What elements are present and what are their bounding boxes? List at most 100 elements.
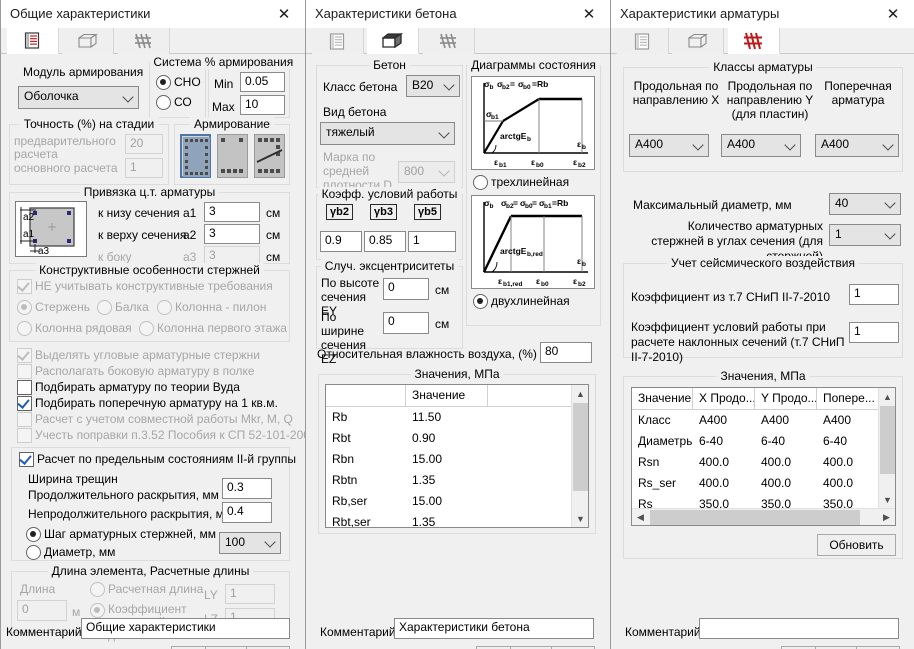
- binding-row2-input[interactable]: 3: [204, 224, 260, 244]
- scroll-down-icon[interactable]: ▼: [572, 510, 588, 527]
- table-vertical-scrollbar[interactable]: ▲ ▼: [878, 388, 895, 508]
- tab-concrete-p3[interactable]: [672, 28, 725, 54]
- seismic-row2-input[interactable]: 1: [849, 322, 899, 343]
- scroll-up-icon[interactable]: ▲: [572, 385, 588, 402]
- radio-balka[interactable]: Балка: [97, 300, 149, 315]
- tab-reinforcement-p3[interactable]: [727, 28, 780, 54]
- checkbox-highlight-corner-bars[interactable]: Выделять угловые арматурные стержни: [17, 348, 260, 363]
- scrollbar-thumb-h[interactable]: [650, 510, 860, 525]
- checkbox-side-reinforcement-flange[interactable]: Располагать боковую арматуру в полке: [17, 364, 255, 379]
- step-select[interactable]: 100: [219, 532, 281, 554]
- concrete-class-select[interactable]: B20: [406, 75, 460, 97]
- refresh-button[interactable]: Обновить: [817, 534, 896, 556]
- coeff-input-gb3[interactable]: 0.85: [364, 231, 406, 252]
- scroll-right-icon[interactable]: ▶: [878, 509, 895, 525]
- class-select-x[interactable]: A400: [629, 134, 709, 157]
- checkbox-transverse-per-sqm[interactable]: Подбирать поперечную арматуру на 1 кв.м.: [17, 396, 278, 411]
- scroll-left-icon[interactable]: ◀: [632, 509, 649, 525]
- concrete-density-select[interactable]: 800: [398, 161, 455, 183]
- eccentricity-ey-input[interactable]: 0: [383, 278, 429, 300]
- radio-kolonna-ryadovaya[interactable]: Колонна рядовая: [17, 321, 132, 336]
- humidity-input[interactable]: 80: [540, 342, 592, 363]
- scrollbar-thumb[interactable]: [573, 403, 588, 491]
- radio-so[interactable]: СО: [156, 95, 192, 110]
- table-row[interactable]: Rb,ser 15.00: [326, 491, 588, 512]
- module-select[interactable]: Оболочка: [18, 86, 139, 109]
- tab-concrete-p2[interactable]: [367, 28, 420, 54]
- concrete-values-label: Значения, МПа: [410, 367, 504, 381]
- table-row[interactable]: Rsn 400.0 400.0 400.0: [632, 452, 895, 473]
- checkbox-wood-theory[interactable]: Подбирать арматуру по теории Вуда: [17, 380, 240, 395]
- eccentricity-ez-input[interactable]: 0: [383, 312, 429, 334]
- tab-concrete-p1[interactable]: [62, 28, 115, 54]
- min-input[interactable]: 0.05: [240, 72, 285, 92]
- ly-input[interactable]: 1: [225, 584, 275, 604]
- checkbox-joint-work-mkr[interactable]: Расчет с учетом совместной работы Mkr, M…: [17, 412, 293, 427]
- table-row[interactable]: Rbt 0.90: [326, 428, 588, 449]
- coeff-input-gb2[interactable]: 0.9: [320, 231, 362, 252]
- crack-short-input[interactable]: 0.4: [222, 502, 272, 523]
- cell-name: Класс: [638, 413, 671, 427]
- table-row[interactable]: Rbtn 1.35: [326, 470, 588, 491]
- length-input[interactable]: 0: [17, 600, 67, 621]
- table-row[interactable]: Класс A400 A400 A400: [632, 410, 895, 431]
- svg-text:ε: ε: [494, 157, 498, 167]
- tab-reinforcement-p2[interactable]: [422, 28, 475, 54]
- radio-sno[interactable]: СНО: [156, 75, 201, 90]
- radio-trilinear[interactable]: трехлинейная: [473, 175, 569, 190]
- table-row[interactable]: Диаметры 6-40 6-40 6-40: [632, 431, 895, 452]
- binding-row1-input[interactable]: 3: [204, 202, 260, 222]
- tab-general-p3[interactable]: [617, 28, 669, 54]
- comment-input-p1[interactable]: Общие характеристики: [81, 618, 290, 639]
- scrollbar-thumb[interactable]: [880, 406, 895, 474]
- concrete-values-table[interactable]: Значение Rb 11.50 Rbt 0.90 Rbn 15.00 Rbtn 1.…: [325, 384, 589, 528]
- tab-general-p1[interactable]: [7, 28, 59, 54]
- corner-bars-select[interactable]: 1: [829, 224, 901, 246]
- pattern-top-bottom-icon: [218, 135, 247, 177]
- table-vertical-scrollbar[interactable]: ▲ ▼: [571, 385, 588, 527]
- coeff-input-gb5[interactable]: 1: [408, 231, 456, 252]
- table-row[interactable]: Rbn 15.00: [326, 449, 588, 470]
- class-select-y[interactable]: A400: [721, 134, 801, 157]
- concrete-kind-select[interactable]: тяжелый: [320, 122, 455, 145]
- svg-text:ε: ε: [531, 157, 535, 167]
- checkbox-corrections-352[interactable]: Учесть поправки п.3.52 Пособия к СП 52-1…: [17, 428, 305, 443]
- radio-bilinear[interactable]: двухлинейная: [473, 294, 570, 309]
- svg-text:=Rb: =Rb: [532, 79, 548, 89]
- accuracy-row2-input[interactable]: 1: [125, 158, 163, 178]
- cell-value: 15.00: [412, 494, 443, 508]
- class-select-transverse[interactable]: A400: [815, 134, 899, 157]
- pattern-perimeter-button[interactable]: [180, 134, 211, 178]
- radio-calc-length[interactable]: Расчетная длина: [90, 582, 203, 597]
- radio-kolonna-pervogo-etazha[interactable]: Колонна первого этажа: [139, 321, 287, 336]
- titlebar-panel3: Характеристики арматуры ✕: [611, 0, 914, 28]
- table-row[interactable]: Rbt,ser 1.35: [326, 512, 588, 527]
- close-icon[interactable]: ✕: [263, 0, 305, 27]
- table-horizontal-scrollbar[interactable]: ◀ ▶: [632, 508, 895, 525]
- table-row[interactable]: Rb 11.50: [326, 407, 588, 428]
- crack-long-input[interactable]: 0.3: [222, 478, 272, 499]
- pattern-top-bottom-button[interactable]: [217, 134, 248, 178]
- checkbox-limit-states-2[interactable]: Расчет по предельным состояниям II-й гру…: [19, 452, 296, 467]
- max-diameter-select[interactable]: 40: [829, 193, 901, 215]
- max-input[interactable]: 10: [240, 95, 285, 115]
- tab-general-p2[interactable]: [312, 28, 364, 54]
- comment-input-p3[interactable]: [699, 618, 899, 639]
- comment-input-p2[interactable]: Характеристики бетона: [394, 618, 594, 639]
- tab-reinforcement-p1[interactable]: [117, 28, 170, 54]
- checkbox-ignore-constructive[interactable]: НЕ учитывать конструктивные требования: [17, 279, 273, 294]
- scroll-down-icon[interactable]: ▼: [879, 491, 895, 508]
- svg-text:a2: a2: [23, 212, 35, 223]
- seismic-row1-input[interactable]: 1: [849, 284, 899, 305]
- table-row[interactable]: Rs_ser 400.0 400.0 400.0: [632, 473, 895, 494]
- close-icon[interactable]: ✕: [872, 0, 914, 27]
- radio-kolonna-pilon[interactable]: Колонна - пилон: [157, 300, 266, 315]
- radio-bar-step[interactable]: Шаг арматурных стержней, мм: [26, 527, 216, 542]
- pattern-diagonal-button[interactable]: [254, 134, 285, 178]
- accuracy-row1-input[interactable]: 20: [125, 134, 163, 154]
- close-icon[interactable]: ✕: [568, 0, 610, 27]
- radio-sterzhen[interactable]: Стержень: [17, 300, 90, 315]
- radio-diameter[interactable]: Диаметр, мм: [26, 545, 115, 560]
- reinf-values-table[interactable]: Значение X Продо... Y Продо... Попере...…: [631, 387, 896, 526]
- scroll-up-icon[interactable]: ▲: [879, 388, 895, 405]
